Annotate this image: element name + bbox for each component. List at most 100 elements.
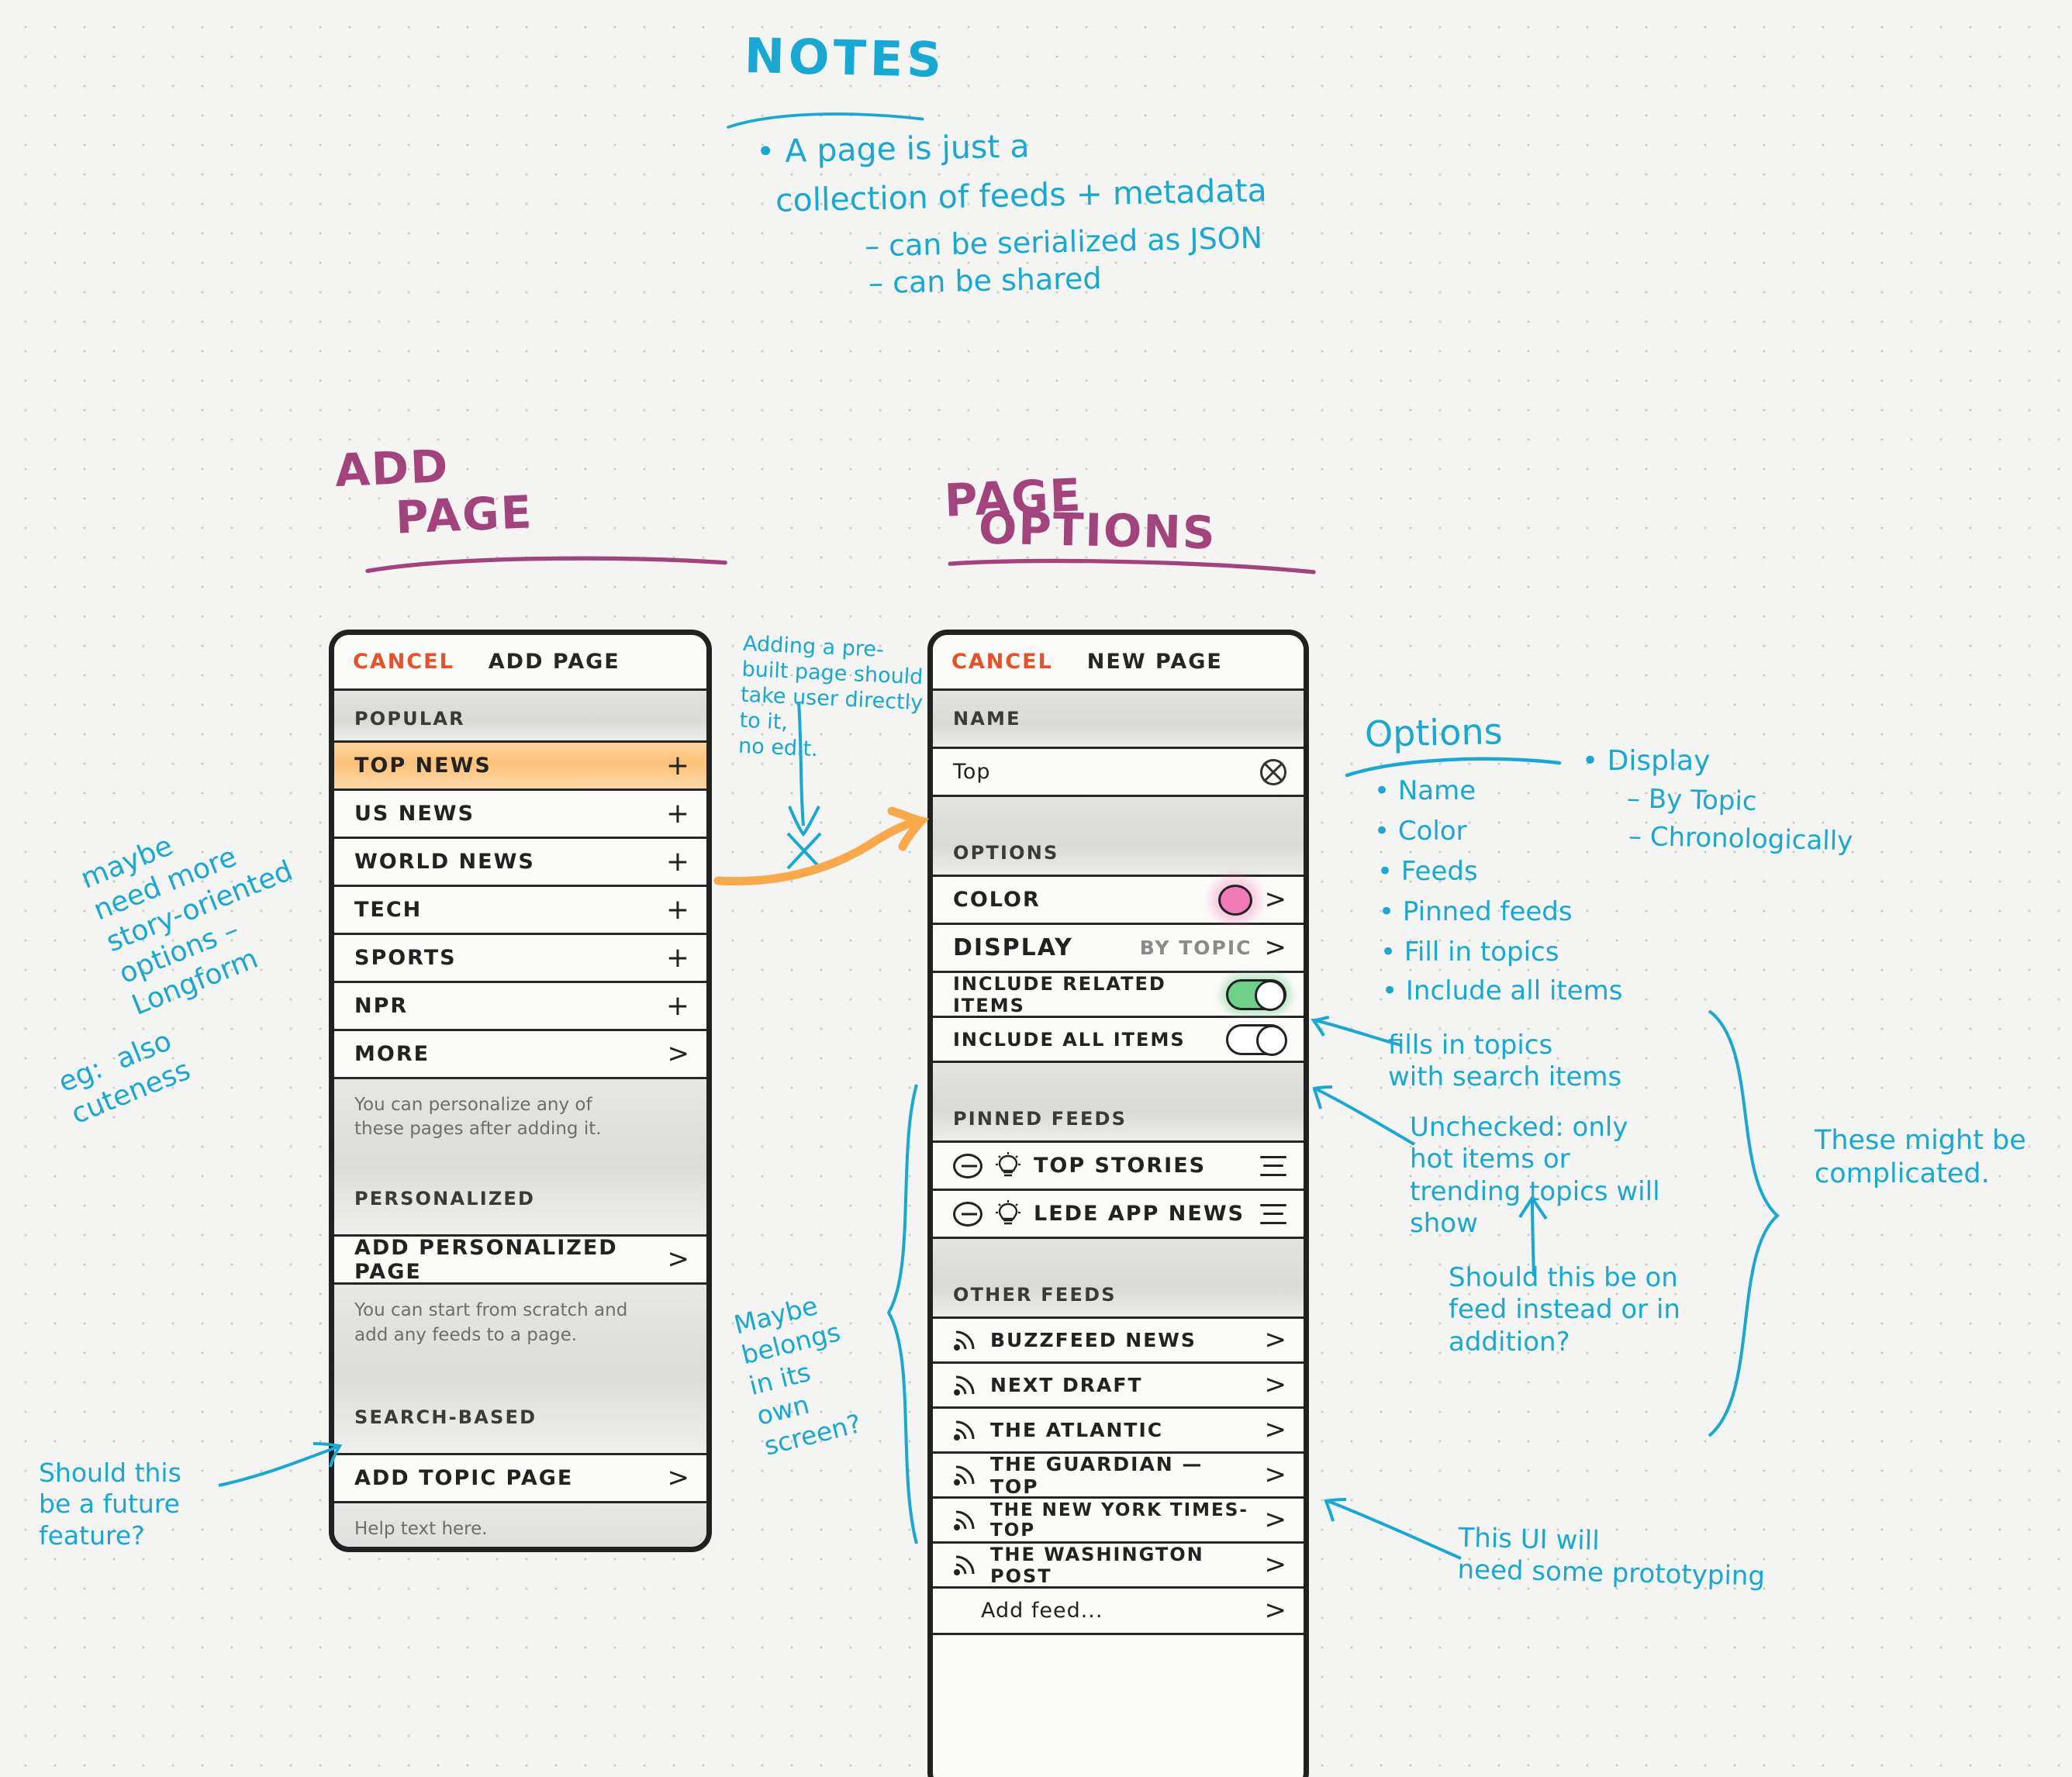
option-row-color[interactable]: COLOR >	[933, 877, 1304, 925]
annotation-cuteness: eg: also cuteness	[54, 1025, 195, 1131]
annotation-unchecked-behavior: Unchecked: only hot items or trending to…	[1410, 1112, 1660, 1240]
list-item-add-personalized-page[interactable]: ADD PERSONALIZED PAGE >	[334, 1236, 706, 1285]
cancel-button[interactable]: CANCEL	[353, 650, 454, 674]
feed-label: THE ATLANTIC	[990, 1419, 1164, 1441]
list-item-label: TECH	[354, 898, 423, 922]
whiteboard-sketch-canvas: NOTES • A page is just a collection of f…	[0, 0, 2072, 1777]
pinned-feed-row-lede-app-news[interactable]: LEDE APP NEWS	[933, 1191, 1304, 1239]
name-input-value[interactable]: Top	[953, 760, 991, 784]
drag-handle-icon[interactable]	[1260, 1203, 1286, 1224]
rss-icon	[954, 1420, 975, 1441]
remove-icon[interactable]	[953, 1201, 982, 1227]
name-field-row[interactable]: Top	[933, 749, 1304, 797]
option-row-include-all-items[interactable]: INCLUDE ALL ITEMS	[933, 1018, 1304, 1063]
group-header-options: OPTIONS	[933, 797, 1304, 877]
feed-row-the-washington-post[interactable]: THE WASHINGTON POST >	[933, 1544, 1304, 1589]
page-title: NEW PAGE	[1086, 650, 1223, 674]
annotation-option-feeds: • Feeds	[1377, 856, 1478, 887]
chevron-right-icon[interactable]: >	[1265, 1597, 1287, 1623]
help-text-line: Help text here.	[354, 1518, 488, 1539]
add-icon[interactable]: +	[666, 799, 689, 827]
chevron-right-icon[interactable]: >	[1265, 934, 1287, 961]
group-header-personalized: PERSONALIZED	[354, 1188, 536, 1210]
feed-row-buzzfeed-news[interactable]: BUZZFEED NEWS >	[933, 1319, 1304, 1364]
chevron-right-icon[interactable]: >	[668, 1465, 690, 1491]
add-icon[interactable]: +	[666, 895, 689, 923]
chevron-right-icon[interactable]: >	[668, 1246, 690, 1272]
annotation-might-be-complicated: These might be complicated.	[1815, 1125, 2026, 1189]
list-item-label: TOP NEWS	[354, 754, 492, 778]
notes-bullet-1-line-1: • A page is just a	[755, 127, 1030, 171]
annotation-option-color: • Color	[1374, 816, 1467, 847]
pinned-feed-row-top-stories[interactable]: TOP STORIES	[933, 1143, 1304, 1191]
option-row-include-related-items[interactable]: INCLUDE RELATED ITEMS	[933, 973, 1304, 1018]
feed-row-the-new-york-times-top[interactable]: THE NEW YORK TIMES-TOP >	[933, 1499, 1304, 1544]
chevron-right-icon[interactable]: >	[668, 1040, 690, 1067]
feed-row-the-atlantic[interactable]: THE ATLANTIC >	[933, 1409, 1304, 1454]
list-item-more[interactable]: MORE >	[334, 1031, 706, 1079]
list-item-npr[interactable]: NPR +	[334, 983, 706, 1031]
chevron-right-icon[interactable]: >	[1265, 1461, 1287, 1488]
notes-underline	[727, 112, 924, 129]
drag-handle-icon[interactable]	[1260, 1155, 1286, 1176]
list-item-label: NPR	[354, 994, 409, 1018]
list-item-world-news[interactable]: WORLD NEWS +	[334, 839, 706, 887]
list-item-label: WORLD NEWS	[354, 850, 535, 874]
list-item-add-topic-page[interactable]: ADD TOPIC PAGE >	[334, 1454, 706, 1503]
add-icon[interactable]: +	[666, 992, 689, 1020]
rss-icon	[954, 1555, 975, 1575]
list-item-sports[interactable]: SPORTS +	[334, 935, 706, 983]
list-item-top-news[interactable]: TOP NEWS +	[334, 743, 706, 791]
lightbulb-icon	[996, 1199, 1020, 1224]
add-icon[interactable]: +	[666, 847, 689, 875]
rss-icon	[954, 1375, 975, 1396]
teal-arrow-to-add-topic	[218, 1442, 343, 1487]
include-all-items-toggle[interactable]	[1226, 1023, 1287, 1056]
pinned-feed-label: TOP STORIES	[1034, 1154, 1207, 1178]
notes-sub-bullet-2: – can be shared	[868, 261, 1102, 301]
annotation-option-name: • Name	[1374, 775, 1476, 806]
clear-text-icon[interactable]	[1260, 758, 1286, 785]
chevron-right-icon[interactable]: >	[1265, 886, 1287, 913]
chevron-right-icon[interactable]: >	[1265, 1416, 1287, 1443]
list-item-tech[interactable]: TECH +	[334, 887, 706, 935]
notes-sub-bullet-1: – can be serialized as JSON	[864, 220, 1263, 264]
add-page-underline	[365, 556, 727, 574]
display-value: BY TOPIC	[1139, 937, 1252, 959]
teal-brace-right	[1708, 1009, 1780, 1437]
group-header-name: NAME	[933, 691, 1304, 749]
include-related-items-toggle[interactable]	[1226, 978, 1286, 1011]
chevron-right-icon[interactable]: >	[1265, 1372, 1287, 1398]
list-item-label: SPORTS	[354, 946, 457, 970]
chevron-right-icon[interactable]: >	[1265, 1506, 1287, 1533]
page-options-heading-line-2: OPTIONS	[978, 501, 1217, 560]
feed-label: NEXT DRAFT	[990, 1374, 1143, 1396]
chevron-right-icon[interactable]: >	[1265, 1327, 1287, 1353]
remove-icon[interactable]	[953, 1153, 982, 1178]
feed-label: THE NEW YORK TIMES-TOP	[990, 1499, 1248, 1541]
color-swatch[interactable]	[1217, 884, 1252, 916]
list-item-us-news[interactable]: US NEWS +	[334, 791, 706, 839]
feed-label: THE GUARDIAN — TOP	[990, 1452, 1203, 1498]
arrow-to-other-feeds	[1324, 1498, 1462, 1560]
add-feed-row[interactable]: Add feed... >	[933, 1589, 1304, 1635]
annotation-option-pinned-feeds: • Pinned feeds	[1379, 896, 1573, 927]
annotation-display-by-topic: – By Topic	[1626, 783, 1758, 817]
add-page-phone-mockup: CANCEL ADD PAGE POPULAR TOP NEWS + US NE…	[329, 630, 712, 1552]
add-page-heading-line-1: ADD	[333, 439, 451, 498]
arrow-to-include-all-items	[1312, 1085, 1416, 1146]
feed-row-the-guardian-top[interactable]: THE GUARDIAN — TOP >	[933, 1452, 1304, 1499]
list-item-label: US NEWS	[354, 802, 475, 826]
group-header-pinned-feeds: PINNED FEEDS	[933, 1063, 1304, 1143]
page-options-underline	[948, 558, 1316, 575]
add-icon[interactable]: +	[666, 751, 689, 779]
chevron-right-icon[interactable]: >	[1265, 1551, 1287, 1578]
rss-icon	[954, 1465, 975, 1485]
feed-row-next-draft[interactable]: NEXT DRAFT >	[933, 1364, 1304, 1409]
help-text-search: Help text here.	[334, 1503, 706, 1547]
right-navbar: CANCEL NEW PAGE	[933, 635, 1304, 691]
option-row-display[interactable]: DISPLAY BY TOPIC >	[933, 925, 1304, 973]
orange-curved-arrow	[713, 806, 930, 886]
cancel-button[interactable]: CANCEL	[951, 650, 1053, 674]
add-icon[interactable]: +	[666, 944, 689, 971]
